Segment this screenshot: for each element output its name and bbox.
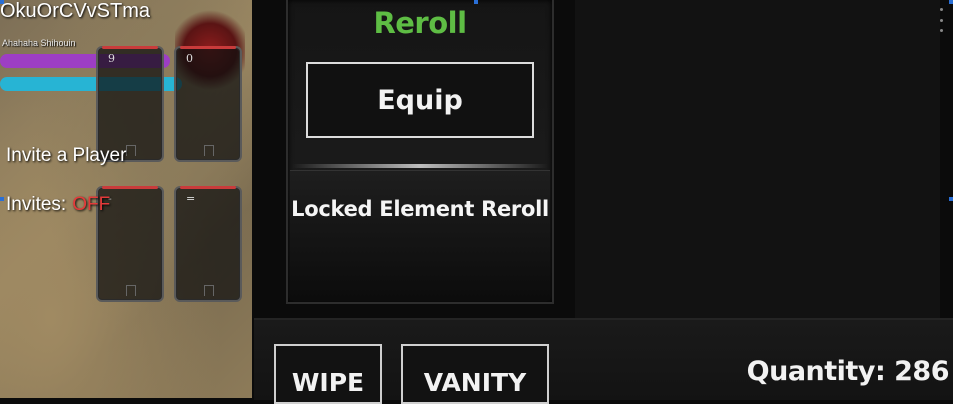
hotbar-slot-0[interactable]: 0 [174,46,242,162]
player-name: OkuOrCVvSTma [0,0,151,22]
panel-divider [292,164,548,168]
game-world-view: OkuOrCVvSTma Ahahaha Shihouin 9 0 - = In… [0,0,252,398]
player-subtitle: Ahahaha Shihouin [2,38,76,48]
invite-player-button[interactable]: Invite a Player [6,145,126,167]
selection-handle [0,0,4,4]
selection-handle [474,0,478,4]
reroll-button[interactable]: Reroll [288,6,552,40]
wipe-button[interactable]: WIPE [274,344,382,404]
bottom-bar: WIPE VANITY Quantity: 286 [254,318,953,404]
more-options-icon[interactable] [940,8,944,32]
inventory-area [575,0,940,318]
selection-handle [949,197,953,201]
slot-key-label: 9 [108,52,115,65]
invites-status: OFF [72,194,111,215]
slot-key-label: 0 [186,52,193,65]
slot-key-label: = [186,192,196,205]
locked-element-reroll-label: Locked Element Reroll [291,197,549,221]
slot-notch [204,145,214,156]
reroll-panel: Reroll Equip Locked Element Reroll [286,0,554,304]
slot-notch [204,285,214,296]
selection-handle [0,197,4,201]
slot-notch [126,285,136,296]
slot-notch [126,145,136,156]
quantity-label: Quantity: 286 [746,356,950,387]
locked-element-reroll-button[interactable]: Locked Element Reroll [290,170,550,300]
vanity-button[interactable]: VANITY [401,344,549,404]
hotbar-slot-equals[interactable]: = [174,186,242,302]
invites-toggle[interactable]: Invites: OFF [6,194,110,216]
invites-label: Invites: [6,194,67,215]
selection-handle [949,0,953,4]
equip-button[interactable]: Equip [306,62,534,138]
